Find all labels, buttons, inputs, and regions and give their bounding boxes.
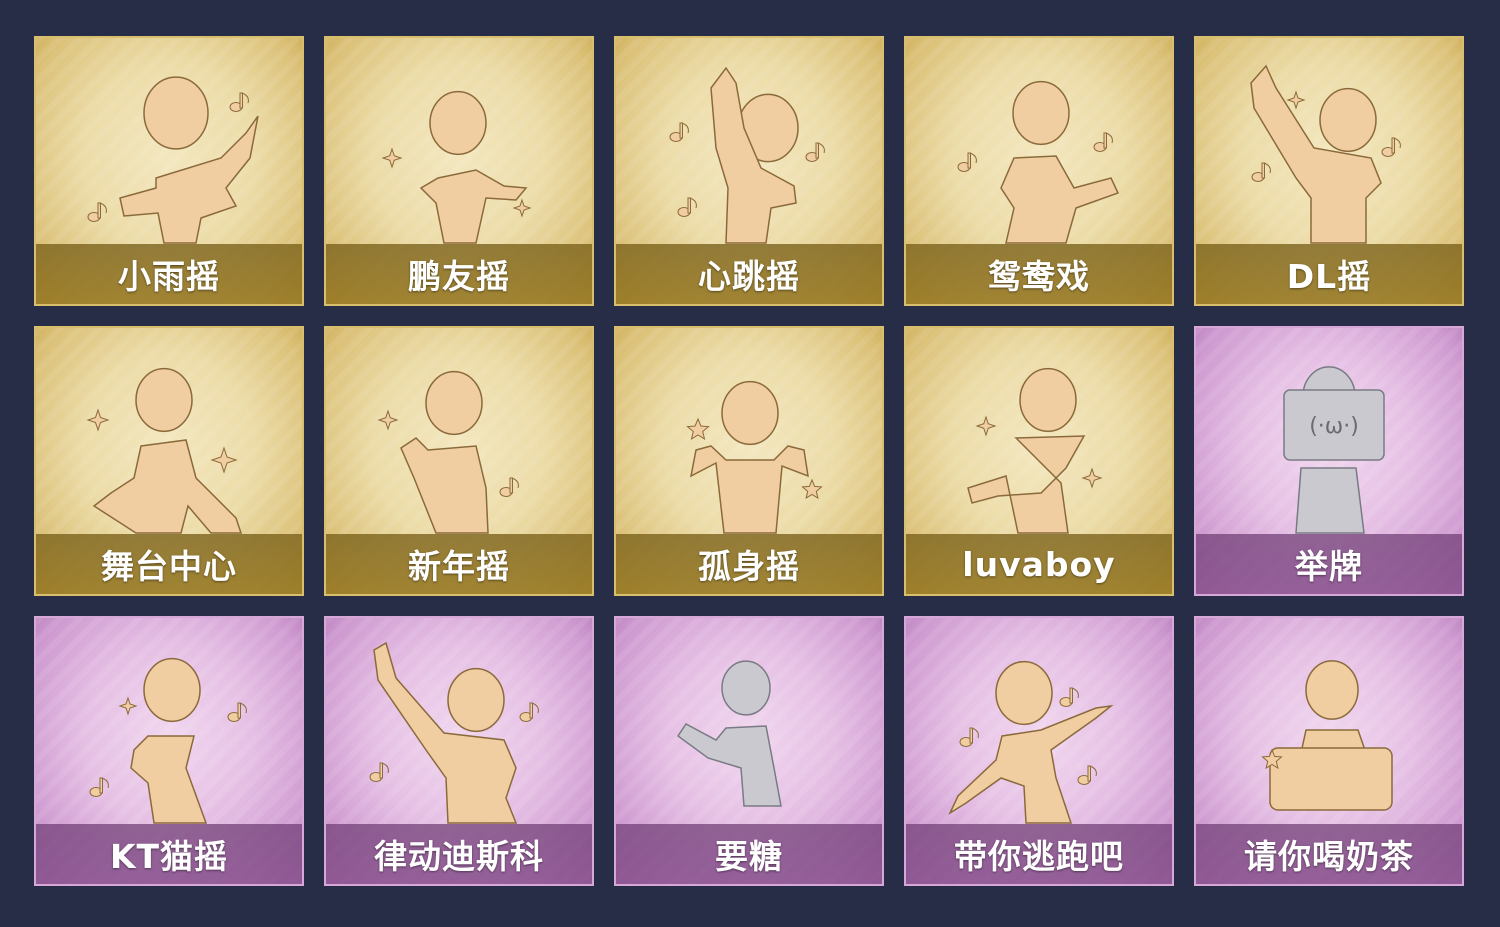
emote-label: KT猫摇: [109, 837, 229, 876]
emote-card[interactable]: luvaboy: [904, 326, 1174, 596]
emote-label-bar: 鸳鸯戏: [906, 244, 1172, 304]
emote-card[interactable]: (·ω·) 举牌: [1194, 326, 1464, 596]
emote-grid: 小雨摇 鹏友摇 心跳摇 鸳鸯戏 DL摇舞台中心 新年摇 孤身摇 luvaboy (·ω·) 举牌 K…: [34, 36, 1466, 886]
emote-label-bar: 孤身摇: [616, 534, 882, 594]
emote-card[interactable]: KT猫摇: [34, 616, 304, 886]
emote-label: 律动迪斯科: [374, 837, 544, 876]
emote-card[interactable]: 请你喝奶茶: [1194, 616, 1464, 886]
emote-label: 要糖: [715, 837, 783, 876]
emote-label: 带你逃跑吧: [954, 837, 1124, 876]
emote-label-bar: 律动迪斯科: [326, 824, 592, 884]
emote-card[interactable]: 新年摇: [324, 326, 594, 596]
emote-label: 小雨摇: [118, 257, 220, 296]
emote-label-bar: KT猫摇: [36, 824, 302, 884]
emote-label: 请你喝奶茶: [1244, 837, 1414, 876]
emote-label-bar: 举牌: [1196, 534, 1462, 594]
emote-label-bar: 要糖: [616, 824, 882, 884]
emote-label: 鹏友摇: [408, 257, 510, 296]
emote-label-bar: 带你逃跑吧: [906, 824, 1172, 884]
emote-label: 鸳鸯戏: [988, 257, 1090, 296]
emote-label: 心跳摇: [698, 257, 800, 296]
emote-label: 新年摇: [408, 547, 510, 586]
emote-label: 举牌: [1295, 547, 1363, 586]
emote-label-bar: 心跳摇: [616, 244, 882, 304]
emote-label-bar: DL摇: [1196, 244, 1462, 304]
emote-card[interactable]: 律动迪斯科: [324, 616, 594, 886]
emote-card[interactable]: DL摇: [1194, 36, 1464, 306]
svg-text:(·ω·): (·ω·): [1309, 414, 1359, 439]
emote-label-bar: 鹏友摇: [326, 244, 592, 304]
emote-label-bar: luvaboy: [906, 534, 1172, 594]
emote-label: DL摇: [1286, 257, 1372, 296]
emote-card[interactable]: 要糖: [614, 616, 884, 886]
emote-card[interactable]: 心跳摇: [614, 36, 884, 306]
emote-label-bar: 新年摇: [326, 534, 592, 594]
emote-label: 孤身摇: [698, 547, 800, 586]
emote-label-bar: 舞台中心: [36, 534, 302, 594]
emote-card[interactable]: 鸳鸯戏: [904, 36, 1174, 306]
emote-label-bar: 小雨摇: [36, 244, 302, 304]
emote-card[interactable]: 孤身摇: [614, 326, 884, 596]
emote-label-bar: 请你喝奶茶: [1196, 824, 1462, 884]
emote-card[interactable]: 小雨摇: [34, 36, 304, 306]
emote-label: 舞台中心: [101, 547, 237, 586]
emote-label: luvaboy: [962, 544, 1116, 584]
emote-card[interactable]: 鹏友摇: [324, 36, 594, 306]
emote-card[interactable]: 舞台中心: [34, 326, 304, 596]
emote-card[interactable]: 带你逃跑吧: [904, 616, 1174, 886]
